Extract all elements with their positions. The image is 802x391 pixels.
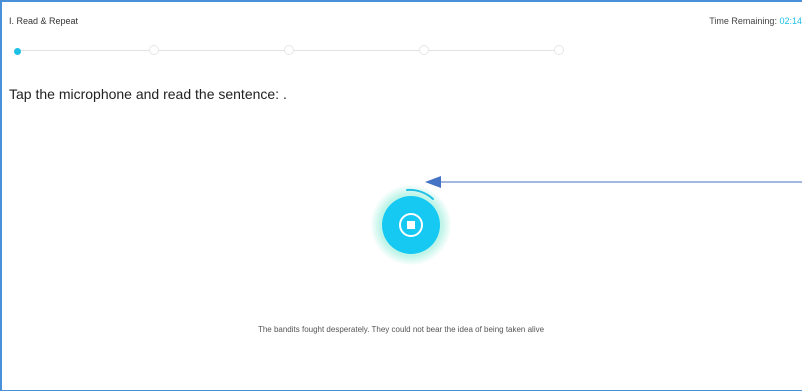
stop-square bbox=[407, 221, 415, 229]
microphone-control bbox=[371, 185, 451, 265]
pointer-arrow bbox=[425, 176, 802, 188]
sentence-text: The bandits fought desperately. They cou… bbox=[257, 325, 545, 334]
progress-step-3[interactable] bbox=[284, 45, 294, 55]
timer-value: 02:14 bbox=[779, 16, 802, 26]
timer-label: Time Remaining: bbox=[709, 16, 777, 26]
progress-step-1[interactable] bbox=[14, 48, 21, 55]
progress-step-5[interactable] bbox=[554, 45, 564, 55]
timer: Time Remaining: 02:14 bbox=[709, 16, 802, 26]
progress-stepper bbox=[14, 45, 566, 57]
microphone-button[interactable] bbox=[382, 196, 440, 254]
instruction-text: Tap the microphone and read the sentence… bbox=[9, 86, 287, 102]
progress-step-2[interactable] bbox=[149, 45, 159, 55]
section-title: I. Read & Repeat bbox=[9, 16, 79, 26]
progress-step-4[interactable] bbox=[419, 45, 429, 55]
